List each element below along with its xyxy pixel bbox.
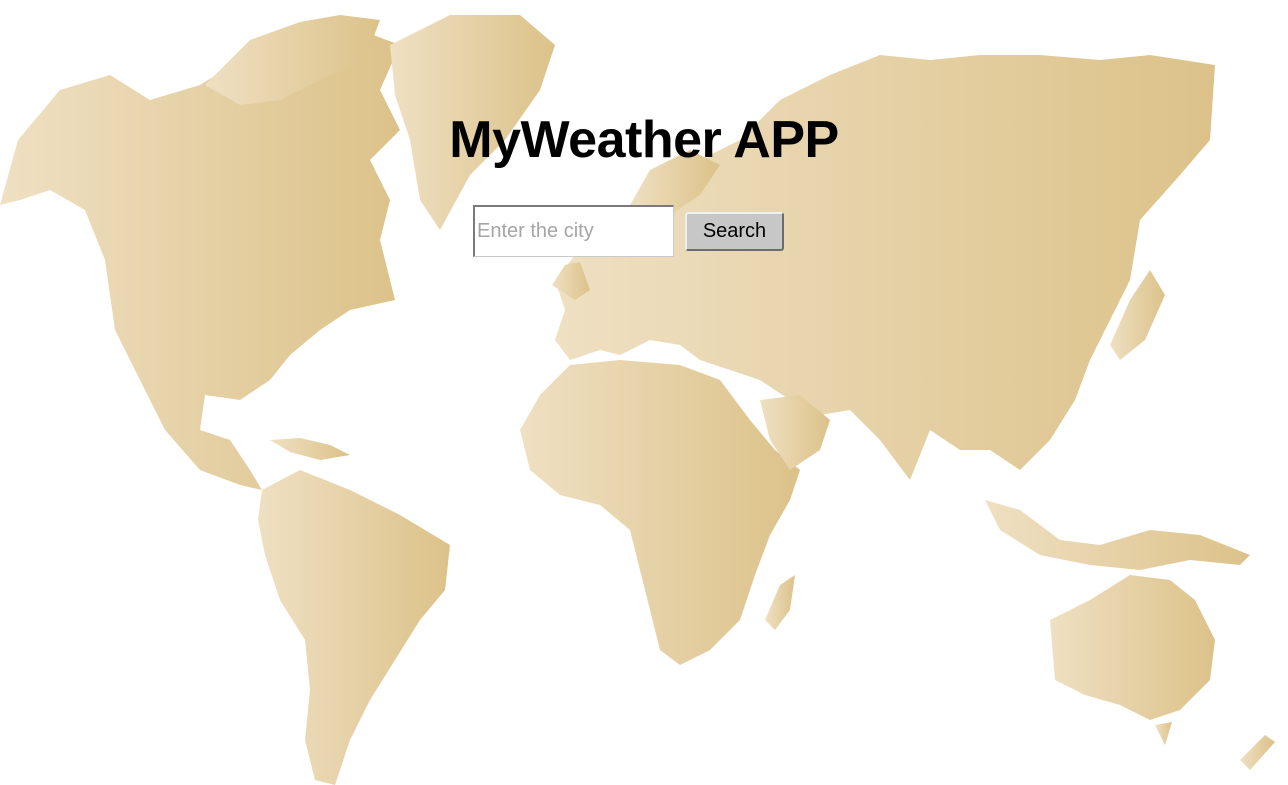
city-search-input[interactable] xyxy=(473,205,674,257)
madagascar-landmass xyxy=(765,575,795,630)
north-america-landmass xyxy=(0,30,400,490)
tasmania-landmass xyxy=(1155,722,1172,745)
africa-landmass xyxy=(520,360,800,665)
search-bar: Search xyxy=(473,205,784,257)
australia-landmass xyxy=(1050,575,1215,720)
app-title: MyWeather APP xyxy=(449,111,839,169)
south-america-landmass xyxy=(258,470,450,785)
weather-app-page: MyWeather APP Search xyxy=(0,0,1288,785)
caribbean-islands xyxy=(270,438,350,460)
southeast-asia-islands xyxy=(985,500,1250,570)
new-zealand-landmass xyxy=(1240,735,1275,770)
search-button[interactable]: Search xyxy=(685,211,784,251)
